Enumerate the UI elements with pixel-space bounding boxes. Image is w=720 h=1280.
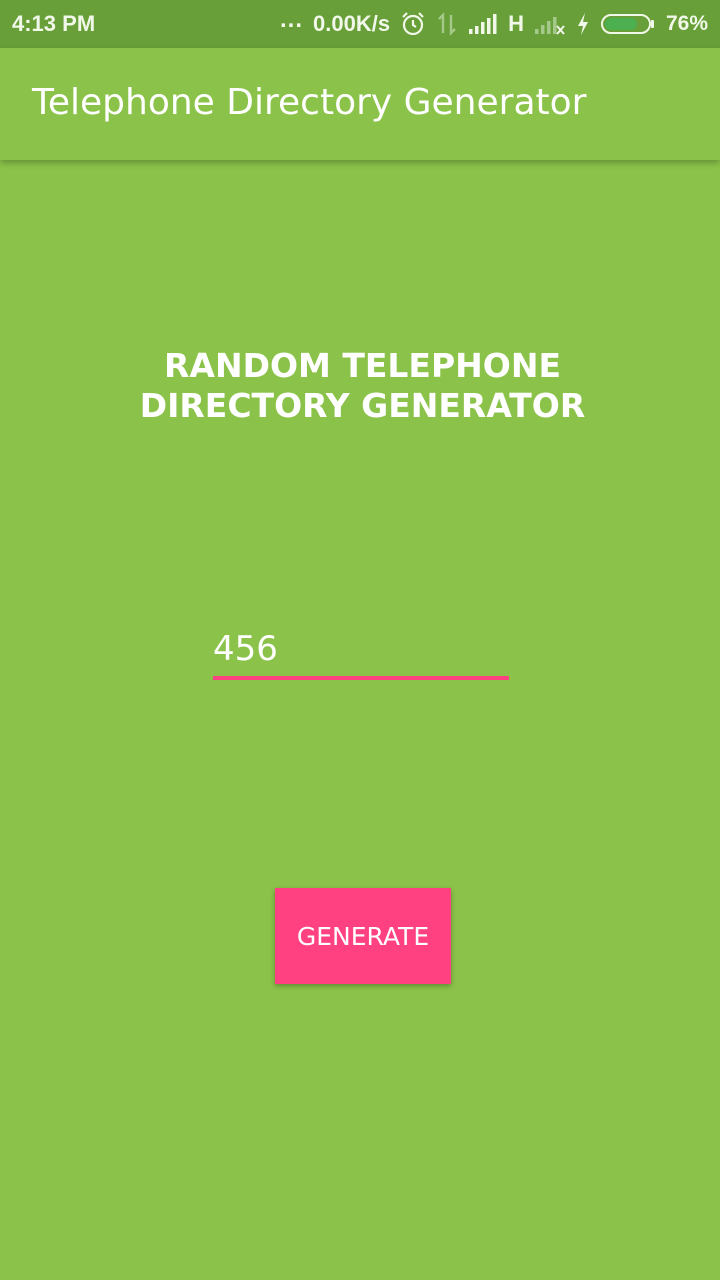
app-bar: Telephone Directory Generator bbox=[0, 48, 720, 160]
status-icons: ... 0.00K/s H 76% bbox=[280, 0, 708, 48]
status-bar: 4:13 PM ... 0.00K/s H 76% bbox=[0, 0, 720, 48]
signal-icon bbox=[468, 13, 498, 35]
count-input[interactable] bbox=[213, 620, 509, 678]
count-field bbox=[213, 620, 509, 682]
data-arrows-icon bbox=[436, 11, 458, 37]
page-heading: RANDOM TELEPHONE DIRECTORY GENERATOR bbox=[139, 346, 586, 425]
charging-icon bbox=[576, 12, 590, 36]
battery-percent: 76% bbox=[665, 12, 708, 35]
app-title: Telephone Directory Generator bbox=[32, 82, 587, 123]
no-signal-icon bbox=[534, 12, 566, 36]
network-type: H bbox=[508, 11, 524, 36]
generate-button[interactable]: GENERATE bbox=[275, 888, 451, 984]
status-time: 4:13 PM bbox=[12, 11, 96, 36]
input-underline bbox=[213, 676, 509, 680]
battery-icon bbox=[600, 12, 656, 36]
alarm-icon bbox=[400, 11, 426, 37]
more-notifications-icon: ... bbox=[280, 6, 304, 33]
network-speed: 0.00K/s bbox=[313, 11, 391, 36]
